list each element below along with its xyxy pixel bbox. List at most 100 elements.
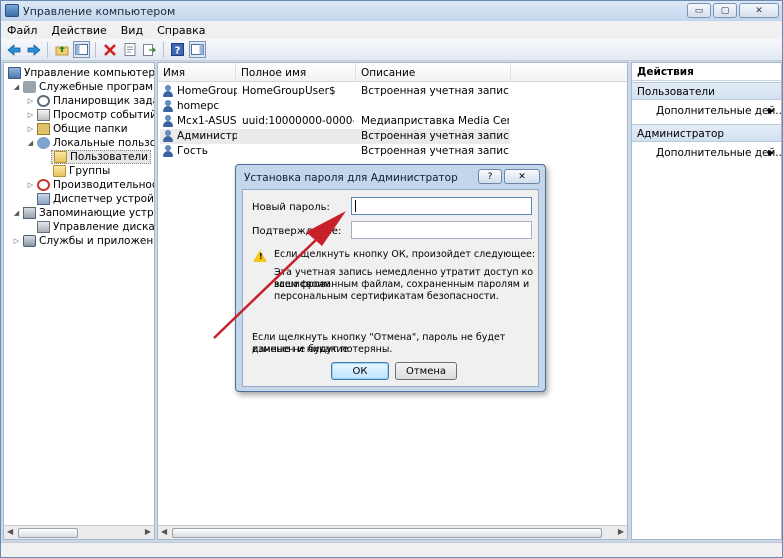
tree-item-label: Диспетчер устройств bbox=[53, 193, 154, 205]
new-password-field[interactable] bbox=[351, 197, 532, 215]
tree-item-task-scheduler[interactable]: ▷ Планировщик заданий bbox=[26, 94, 154, 108]
scroll-right-icon[interactable]: ▶ bbox=[145, 527, 151, 536]
expand-icon[interactable]: ▷ bbox=[26, 181, 35, 189]
actions-section-users[interactable]: Пользователи bbox=[632, 82, 781, 100]
text-caret bbox=[355, 200, 356, 212]
tree-item-device-manager[interactable]: Диспетчер устройств bbox=[35, 192, 154, 206]
cell-name: homepc bbox=[177, 100, 220, 112]
shared-folder-icon bbox=[37, 123, 50, 135]
dialog-title: Установка пароля для Администратор bbox=[244, 172, 458, 184]
cell-description: Медиаприставка Media Center bbox=[361, 115, 509, 127]
up-folder-icon[interactable] bbox=[53, 41, 70, 58]
status-bar bbox=[1, 542, 782, 557]
scroll-right-icon[interactable]: ▶ bbox=[618, 527, 624, 536]
table-row[interactable]: HomeGroup... HomeGroupUser$ Встроенная у… bbox=[160, 84, 510, 99]
delete-icon[interactable] bbox=[101, 41, 118, 58]
maximize-button[interactable]: ▢ bbox=[713, 3, 737, 18]
expand-icon[interactable]: ◢ bbox=[26, 139, 35, 147]
tree-item-disk-management[interactable]: Управление дисками bbox=[35, 220, 154, 234]
table-row[interactable]: homepc bbox=[160, 99, 510, 114]
folder-icon bbox=[54, 151, 67, 163]
warning-mark: ! bbox=[259, 252, 263, 261]
table-row[interactable]: Гость Встроенная учетная запись для ... bbox=[160, 144, 510, 159]
scroll-thumb[interactable] bbox=[172, 528, 602, 538]
menu-file[interactable]: Файл bbox=[7, 24, 37, 37]
cell-full-name: uuid:10000000-0000-000... bbox=[242, 115, 354, 127]
actions-section-administrator[interactable]: Администратор bbox=[632, 124, 781, 142]
tree-item-label: Производительность bbox=[53, 179, 154, 191]
tree-item-services-apps[interactable]: ▷ Службы и приложения bbox=[12, 234, 154, 248]
column-name[interactable]: Имя bbox=[163, 67, 185, 79]
ok-button[interactable]: ОК bbox=[331, 362, 389, 380]
tree-item-system-tools[interactable]: ◢ Служебные программы bbox=[12, 80, 154, 94]
tree-item-users[interactable]: Пользователи bbox=[51, 150, 151, 164]
computer-icon bbox=[8, 67, 21, 79]
expand-icon[interactable]: ▷ bbox=[26, 111, 35, 119]
expand-icon[interactable]: ▷ bbox=[26, 125, 35, 133]
column-separator[interactable] bbox=[355, 63, 356, 82]
event-log-icon bbox=[37, 109, 50, 121]
tree-horizontal-scrollbar[interactable]: ◀ ▶ bbox=[4, 525, 154, 539]
show-action-pane-icon[interactable] bbox=[189, 41, 206, 58]
forward-arrow-icon[interactable] bbox=[25, 41, 42, 58]
menu-bar: Файл Действие Вид Справка bbox=[1, 21, 782, 39]
cancel-button[interactable]: Отмена bbox=[395, 362, 457, 380]
computer-management-icon bbox=[5, 4, 19, 17]
tree-item-label: Общие папки bbox=[53, 123, 128, 135]
actions-pane: Действия Пользователи Дополнительные дей… bbox=[631, 62, 782, 540]
action-more-actions-users[interactable]: Дополнительные дей... bbox=[656, 105, 781, 117]
title-bar[interactable]: Управление компьютером ▭ ▢ ✕ bbox=[1, 1, 782, 21]
tree-item-storage[interactable]: ◢ Запоминающие устройст bbox=[12, 206, 154, 220]
user-icon bbox=[162, 100, 175, 112]
column-separator[interactable] bbox=[510, 63, 511, 82]
menu-view[interactable]: Вид bbox=[121, 24, 143, 37]
back-arrow-icon[interactable] bbox=[5, 41, 22, 58]
scroll-thumb[interactable] bbox=[18, 528, 78, 538]
list-header: Имя Полное имя Описание bbox=[158, 63, 627, 82]
tree-item-label: Просмотр событий bbox=[53, 109, 155, 121]
confirm-password-field[interactable] bbox=[351, 221, 532, 239]
expand-icon[interactable]: ▷ bbox=[26, 97, 35, 105]
set-password-dialog: Установка пароля для Администратор ? ✕ Н… bbox=[235, 164, 546, 392]
column-description[interactable]: Описание bbox=[361, 67, 415, 79]
tree-item-label: Запоминающие устройст bbox=[39, 207, 154, 219]
table-row[interactable]: Mcx1-ASUS... uuid:10000000-0000-000... М… bbox=[160, 114, 510, 129]
dialog-help-button[interactable]: ? bbox=[478, 169, 502, 184]
list-horizontal-scrollbar[interactable]: ◀ ▶ bbox=[158, 525, 627, 539]
dialog-controls: ? ✕ bbox=[478, 169, 540, 184]
tree-item-groups[interactable]: Группы bbox=[51, 164, 110, 178]
tree-item-computer-management[interactable]: Управление компьютером (л bbox=[6, 66, 154, 80]
confirm-password-label: Подтверждение: bbox=[252, 226, 342, 237]
cell-description: Встроенная учетная запись для ... bbox=[361, 145, 509, 157]
tree-item-performance[interactable]: ▷ Производительность bbox=[26, 178, 154, 192]
services-icon bbox=[23, 235, 36, 247]
scroll-left-icon[interactable]: ◀ bbox=[161, 527, 167, 536]
cell-name: Mcx1-ASUS... bbox=[177, 115, 237, 127]
show-tree-icon[interactable] bbox=[73, 41, 90, 58]
minimize-button[interactable]: ▭ bbox=[687, 3, 711, 18]
expand-icon[interactable]: ▷ bbox=[12, 237, 21, 245]
column-full-name[interactable]: Полное имя bbox=[241, 67, 306, 79]
expand-icon[interactable]: ◢ bbox=[12, 209, 21, 217]
window-title: Управление компьютером bbox=[23, 5, 176, 18]
tree-item-shared-folders[interactable]: ▷ Общие папки bbox=[26, 122, 128, 136]
tree-item-event-viewer[interactable]: ▷ Просмотр событий bbox=[26, 108, 155, 122]
menu-action[interactable]: Действие bbox=[51, 24, 106, 37]
menu-help[interactable]: Справка bbox=[157, 24, 205, 37]
close-button[interactable]: ✕ bbox=[739, 3, 779, 18]
dialog-body: Новый пароль: Подтверждение: ! Если щелк… bbox=[242, 189, 539, 387]
action-more-actions-administrator[interactable]: Дополнительные дей... bbox=[656, 147, 781, 159]
expand-icon[interactable]: ◢ bbox=[12, 83, 21, 91]
scroll-left-icon[interactable]: ◀ bbox=[7, 527, 13, 536]
users-icon bbox=[37, 137, 50, 149]
help-icon[interactable]: ? bbox=[169, 41, 186, 58]
toolbar: ? bbox=[1, 39, 782, 61]
column-separator[interactable] bbox=[235, 63, 236, 82]
cell-name: Гость bbox=[177, 145, 208, 157]
table-row[interactable]: Администр... Встроенная учетная запись а… bbox=[160, 129, 510, 144]
folder-icon bbox=[53, 165, 66, 177]
export-icon[interactable] bbox=[141, 41, 158, 58]
tree-item-local-users[interactable]: ◢ Локальные пользовате bbox=[26, 136, 154, 150]
dialog-close-button[interactable]: ✕ bbox=[504, 169, 540, 184]
properties-icon[interactable] bbox=[121, 41, 138, 58]
